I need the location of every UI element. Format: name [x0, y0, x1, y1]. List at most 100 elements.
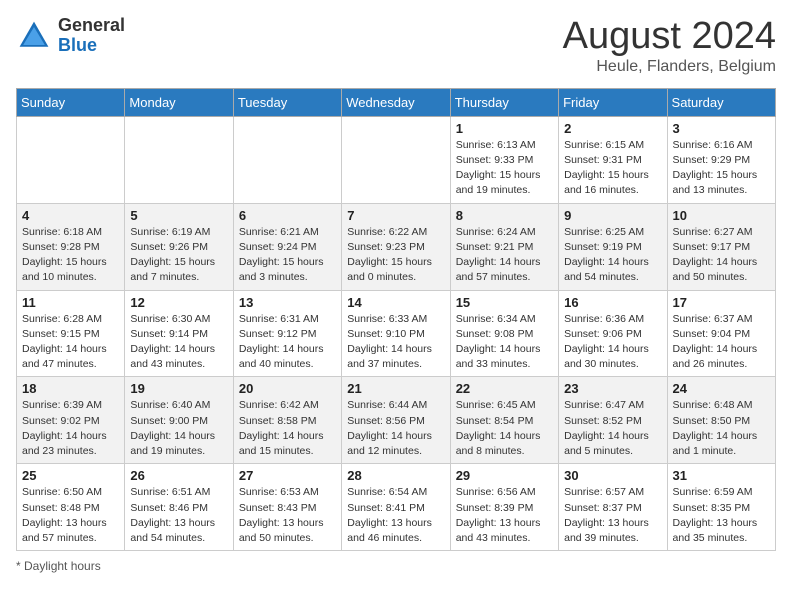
calendar-cell — [233, 116, 341, 203]
day-number: 31 — [673, 468, 770, 483]
day-detail: Sunrise: 6:59 AM Sunset: 8:35 PM Dayligh… — [673, 485, 770, 546]
calendar-cell: 16 Sunrise: 6:36 AM Sunset: 9:06 PM Dayli… — [559, 290, 667, 377]
weekday-header: Monday — [125, 88, 233, 116]
calendar-week-row: 1 Sunrise: 6:13 AM Sunset: 9:33 PM Daylig… — [17, 116, 776, 203]
day-detail: Sunrise: 6:27 AM Sunset: 9:17 PM Dayligh… — [673, 225, 770, 286]
calendar-cell: 29 Sunrise: 6:56 AM Sunset: 8:39 PM Dayli… — [450, 464, 558, 551]
day-detail: Sunrise: 6:39 AM Sunset: 9:02 PM Dayligh… — [22, 398, 119, 459]
day-detail: Sunrise: 6:44 AM Sunset: 8:56 PM Dayligh… — [347, 398, 444, 459]
calendar-cell: 22 Sunrise: 6:45 AM Sunset: 8:54 PM Dayli… — [450, 377, 558, 464]
logo-text: General Blue — [58, 16, 125, 56]
calendar-cell: 14 Sunrise: 6:33 AM Sunset: 9:10 PM Dayli… — [342, 290, 450, 377]
day-detail: Sunrise: 6:53 AM Sunset: 8:43 PM Dayligh… — [239, 485, 336, 546]
location: Heule, Flanders, Belgium — [563, 58, 776, 76]
calendar-cell: 9Sunrise: 6:25 AM Sunset: 9:19 PM Daylig… — [559, 203, 667, 290]
day-number: 4 — [22, 208, 119, 223]
day-number: 16 — [564, 295, 661, 310]
calendar-cell: 24Sunrise: 6:48 AM Sunset: 8:50 PM Dayli… — [667, 377, 775, 464]
calendar-cell — [17, 116, 125, 203]
day-number: 27 — [239, 468, 336, 483]
calendar-cell: 6 Sunrise: 6:21 AM Sunset: 9:24 PM Daylig… — [233, 203, 341, 290]
day-detail: Sunrise: 6:33 AM Sunset: 9:10 PM Dayligh… — [347, 312, 444, 373]
day-detail: Sunrise: 6:18 AM Sunset: 9:28 PM Dayligh… — [22, 225, 119, 286]
calendar-week-row: 11Sunrise: 6:28 AM Sunset: 9:15 PM Dayli… — [17, 290, 776, 377]
day-number: 29 — [456, 468, 553, 483]
calendar-cell: 5 Sunrise: 6:19 AM Sunset: 9:26 PM Daylig… — [125, 203, 233, 290]
day-detail: Sunrise: 6:57 AM Sunset: 8:37 PM Dayligh… — [564, 485, 661, 546]
calendar-cell: 3 Sunrise: 6:16 AM Sunset: 9:29 PM Daylig… — [667, 116, 775, 203]
calendar-cell: 21 Sunrise: 6:44 AM Sunset: 8:56 PM Dayli… — [342, 377, 450, 464]
daylight-note: Daylight hours — [24, 559, 101, 573]
day-detail: Sunrise: 6:42 AM Sunset: 8:58 PM Dayligh… — [239, 398, 336, 459]
day-number: 24 — [673, 381, 770, 396]
calendar-cell: 12 Sunrise: 6:30 AM Sunset: 9:14 PM Dayli… — [125, 290, 233, 377]
day-number: 21 — [347, 381, 444, 396]
day-number: 2 — [564, 121, 661, 136]
weekday-header: Friday — [559, 88, 667, 116]
day-detail: Sunrise: 6:16 AM Sunset: 9:29 PM Dayligh… — [673, 138, 770, 199]
calendar-cell: 23Sunrise: 6:47 AM Sunset: 8:52 PM Dayli… — [559, 377, 667, 464]
day-number: 20 — [239, 381, 336, 396]
calendar-cell — [125, 116, 233, 203]
calendar-week-row: 4 Sunrise: 6:18 AM Sunset: 9:28 PM Daylig… — [17, 203, 776, 290]
calendar-cell: 8Sunrise: 6:24 AM Sunset: 9:21 PM Daylig… — [450, 203, 558, 290]
day-detail: Sunrise: 6:24 AM Sunset: 9:21 PM Dayligh… — [456, 225, 553, 286]
calendar-cell: 7Sunrise: 6:22 AM Sunset: 9:23 PM Daylig… — [342, 203, 450, 290]
weekday-header: Wednesday — [342, 88, 450, 116]
day-number: 7 — [347, 208, 444, 223]
day-number: 22 — [456, 381, 553, 396]
day-detail: Sunrise: 6:45 AM Sunset: 8:54 PM Dayligh… — [456, 398, 553, 459]
calendar-cell: 10 Sunrise: 6:27 AM Sunset: 9:17 PM Dayli… — [667, 203, 775, 290]
day-number: 15 — [456, 295, 553, 310]
day-detail: Sunrise: 6:30 AM Sunset: 9:14 PM Dayligh… — [130, 312, 227, 373]
day-detail: Sunrise: 6:19 AM Sunset: 9:26 PM Dayligh… — [130, 225, 227, 286]
day-detail: Sunrise: 6:56 AM Sunset: 8:39 PM Dayligh… — [456, 485, 553, 546]
day-number: 1 — [456, 121, 553, 136]
calendar: SundayMondayTuesdayWednesdayThursdayFrid… — [16, 88, 776, 551]
day-detail: Sunrise: 6:21 AM Sunset: 9:24 PM Dayligh… — [239, 225, 336, 286]
day-number: 6 — [239, 208, 336, 223]
calendar-week-row: 18Sunrise: 6:39 AM Sunset: 9:02 PM Dayli… — [17, 377, 776, 464]
calendar-cell: 20 Sunrise: 6:42 AM Sunset: 8:58 PM Dayli… — [233, 377, 341, 464]
day-detail: Sunrise: 6:40 AM Sunset: 9:00 PM Dayligh… — [130, 398, 227, 459]
day-detail: Sunrise: 6:13 AM Sunset: 9:33 PM Dayligh… — [456, 138, 553, 199]
day-detail: Sunrise: 6:37 AM Sunset: 9:04 PM Dayligh… — [673, 312, 770, 373]
title-area: August 2024 Heule, Flanders, Belgium — [563, 16, 776, 76]
day-detail: Sunrise: 6:15 AM Sunset: 9:31 PM Dayligh… — [564, 138, 661, 199]
calendar-cell: 26 Sunrise: 6:51 AM Sunset: 8:46 PM Dayli… — [125, 464, 233, 551]
day-number: 14 — [347, 295, 444, 310]
calendar-week-row: 25Sunrise: 6:50 AM Sunset: 8:48 PM Dayli… — [17, 464, 776, 551]
day-number: 12 — [130, 295, 227, 310]
calendar-cell: 15Sunrise: 6:34 AM Sunset: 9:08 PM Dayli… — [450, 290, 558, 377]
calendar-cell: 11Sunrise: 6:28 AM Sunset: 9:15 PM Dayli… — [17, 290, 125, 377]
month-title: August 2024 — [563, 16, 776, 58]
day-number: 25 — [22, 468, 119, 483]
calendar-cell: 18Sunrise: 6:39 AM Sunset: 9:02 PM Dayli… — [17, 377, 125, 464]
calendar-cell: 13 Sunrise: 6:31 AM Sunset: 9:12 PM Dayli… — [233, 290, 341, 377]
day-number: 9 — [564, 208, 661, 223]
day-detail: Sunrise: 6:51 AM Sunset: 8:46 PM Dayligh… — [130, 485, 227, 546]
logo-general: General — [58, 15, 125, 35]
calendar-cell: 30 Sunrise: 6:57 AM Sunset: 8:37 PM Dayli… — [559, 464, 667, 551]
calendar-cell — [342, 116, 450, 203]
day-number: 26 — [130, 468, 227, 483]
day-detail: Sunrise: 6:36 AM Sunset: 9:06 PM Dayligh… — [564, 312, 661, 373]
calendar-cell: 17 Sunrise: 6:37 AM Sunset: 9:04 PM Dayli… — [667, 290, 775, 377]
calendar-cell: 31 Sunrise: 6:59 AM Sunset: 8:35 PM Dayli… — [667, 464, 775, 551]
weekday-header: Saturday — [667, 88, 775, 116]
day-number: 5 — [130, 208, 227, 223]
header: General Blue August 2024 Heule, Flanders… — [16, 16, 776, 76]
calendar-cell: 27 Sunrise: 6:53 AM Sunset: 8:43 PM Dayli… — [233, 464, 341, 551]
logo-icon — [16, 18, 52, 54]
calendar-cell: 19 Sunrise: 6:40 AM Sunset: 9:00 PM Dayli… — [125, 377, 233, 464]
calendar-cell: 1 Sunrise: 6:13 AM Sunset: 9:33 PM Daylig… — [450, 116, 558, 203]
day-number: 17 — [673, 295, 770, 310]
day-detail: Sunrise: 6:31 AM Sunset: 9:12 PM Dayligh… — [239, 312, 336, 373]
calendar-cell: 2 Sunrise: 6:15 AM Sunset: 9:31 PM Daylig… — [559, 116, 667, 203]
day-number: 10 — [673, 208, 770, 223]
day-detail: Sunrise: 6:47 AM Sunset: 8:52 PM Dayligh… — [564, 398, 661, 459]
day-number: 30 — [564, 468, 661, 483]
day-number: 3 — [673, 121, 770, 136]
day-number: 13 — [239, 295, 336, 310]
day-number: 19 — [130, 381, 227, 396]
